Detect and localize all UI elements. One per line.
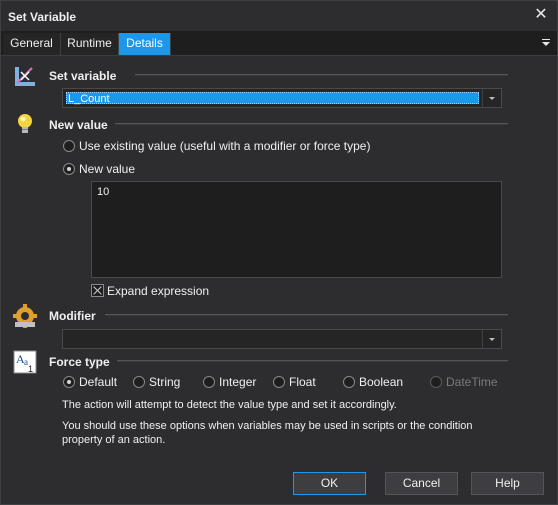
force-type-datetime-label: DateTime <box>446 375 498 389</box>
force-type-float-radio[interactable] <box>273 376 285 388</box>
force-type-description: The action will attempt to detect the va… <box>62 399 397 411</box>
variable-select[interactable]: L_Count <box>62 88 502 108</box>
window-title: Set Variable <box>8 10 77 24</box>
tab-runtime[interactable]: Runtime <box>61 33 119 55</box>
tab-bar: General Runtime Details <box>1 31 557 56</box>
new-value-radio[interactable] <box>63 163 75 175</box>
force-type-datetime-radio <box>430 376 442 388</box>
force-type-float-label: Float <box>289 375 316 389</box>
force-type-default-radio[interactable] <box>63 376 75 388</box>
lightbulb-icon <box>12 111 38 137</box>
new-value-option-label: New value <box>79 162 136 176</box>
set-variable-divider <box>135 74 508 76</box>
force-type-string-radio[interactable] <box>133 376 145 388</box>
modifier-select[interactable] <box>62 329 502 349</box>
ok-button[interactable]: OK <box>293 472 366 495</box>
force-type-boolean-label: Boolean <box>359 375 404 389</box>
set-variable-dialog: Set Variable ✕ General Runtime Details S… <box>0 0 558 505</box>
help-button[interactable]: Help <box>471 472 544 495</box>
expand-expression-label: Expand expression <box>107 284 210 298</box>
set-variable-header: Set variable <box>49 69 117 83</box>
set-variable-icon <box>12 63 38 89</box>
type-icon: A a 1 <box>12 349 38 375</box>
cancel-button[interactable]: Cancel <box>385 472 458 495</box>
force-type-boolean-radio[interactable] <box>343 376 355 388</box>
force-type-integer-radio[interactable] <box>203 376 215 388</box>
tab-menu-icon[interactable] <box>540 37 552 49</box>
use-existing-label: Use existing value (useful with a modifi… <box>79 139 371 153</box>
force-type-integer-label: Integer <box>219 375 257 389</box>
gear-icon <box>12 303 38 329</box>
svg-text:1: 1 <box>28 364 33 374</box>
force-type-hint: You should use these options when variab… <box>62 420 473 446</box>
force-type-default-label: Default <box>79 375 118 389</box>
force-type-divider <box>117 360 508 362</box>
new-value-divider <box>115 123 508 125</box>
modifier-header: Modifier <box>49 309 96 323</box>
new-value-header: New value <box>49 118 108 132</box>
use-existing-radio[interactable] <box>63 140 75 152</box>
close-icon[interactable]: ✕ <box>533 6 549 24</box>
force-type-string-label: String <box>149 375 181 389</box>
tab-details[interactable]: Details <box>119 33 171 55</box>
title-bar: Set Variable ✕ <box>1 1 557 31</box>
new-value-textarea[interactable]: 10 <box>91 181 502 278</box>
tab-general[interactable]: General <box>3 33 61 55</box>
chevron-down-icon[interactable] <box>482 330 501 348</box>
force-type-header: Force type <box>49 355 110 369</box>
modifier-divider <box>105 314 508 316</box>
variable-select-value: L_Count <box>66 92 479 105</box>
expand-expression-checkbox[interactable] <box>91 284 104 297</box>
chevron-down-icon[interactable] <box>482 89 501 107</box>
